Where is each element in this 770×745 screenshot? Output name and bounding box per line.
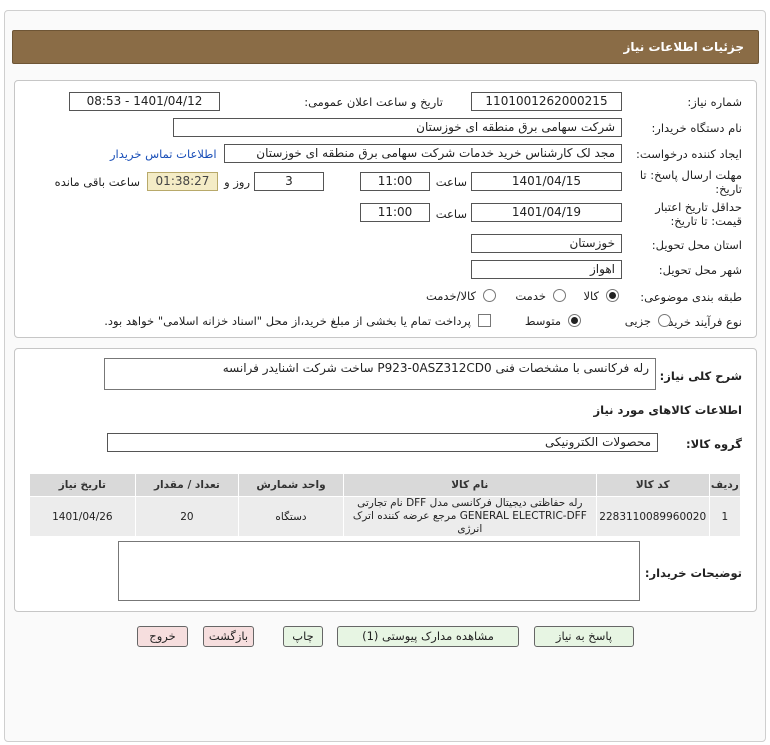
cell-index: 1 bbox=[708, 496, 742, 537]
days-label: روز و bbox=[224, 175, 250, 189]
reply-time-label: ساعت bbox=[435, 175, 467, 189]
cell-qty: 20 bbox=[134, 496, 240, 537]
category-option-both: کالا/خدمت bbox=[425, 289, 476, 303]
province-label: استان محل تحویل: bbox=[651, 238, 742, 252]
validity-label-date: قیمت: تا تاریخ: bbox=[670, 214, 742, 228]
cell-name-line2: GENERAL ELECTRIC-DFF مرجع عرضه کننده اتر… bbox=[352, 510, 587, 535]
table-header-row: ردیف کد کالا نام کالا واحد شمارش تعداد /… bbox=[29, 473, 742, 497]
goods-info-title: اطلاعات کالاهای مورد نیاز bbox=[593, 403, 742, 417]
col-index: ردیف bbox=[708, 473, 742, 497]
creator-label: ایجاد کننده درخواست: bbox=[636, 147, 742, 161]
cell-date: 1401/04/26 bbox=[29, 496, 136, 537]
validity-time-label: ساعت bbox=[435, 207, 467, 221]
remaining-label: ساعت باقی مانده bbox=[54, 175, 140, 189]
cell-code: 2283110089960020 bbox=[595, 496, 710, 537]
validity-date-field: 1401/04/19 bbox=[471, 203, 622, 222]
buyer-org-label: نام دستگاه خریدار: bbox=[651, 121, 742, 135]
remaining-time-badge: 01:38:27 bbox=[147, 172, 218, 191]
category-radio-service[interactable] bbox=[553, 289, 566, 302]
reply-time-field: 11:00 bbox=[360, 172, 430, 191]
process-radio-medium[interactable] bbox=[568, 314, 581, 327]
category-radio-both[interactable] bbox=[483, 289, 496, 302]
buyer-org-field: شرکت سهامی برق منطقه ای خوزستان bbox=[173, 118, 622, 137]
category-radio-goods[interactable] bbox=[606, 289, 619, 302]
cell-name: رله حفاظتی دیجیتال فرکانسی مدل DFF نام ت… bbox=[342, 496, 597, 537]
city-field: اهواز bbox=[471, 260, 622, 279]
col-name: نام کالا bbox=[342, 473, 597, 497]
buyer-contact-link[interactable]: اطلاعات تماس خریدار bbox=[110, 147, 217, 161]
goods-group-label: گروه کالا: bbox=[686, 437, 742, 451]
creator-field: مجد لک کارشناس خرید خدمات شرکت سهامی برق… bbox=[224, 144, 622, 163]
process-option-minor: جزیی bbox=[624, 314, 651, 328]
page-title: جزئیات اطلاعات نیاز bbox=[623, 40, 744, 54]
category-label: طبقه بندی موضوعی: bbox=[640, 290, 742, 304]
cell-name-line1: رله حفاظتی دیجیتال فرکانسی مدل DFF نام ت… bbox=[357, 497, 583, 509]
back-button[interactable]: بازگشت bbox=[203, 626, 254, 647]
reply-button[interactable]: پاسخ به نیاز bbox=[534, 626, 634, 647]
category-option-service: خدمت bbox=[515, 289, 546, 303]
print-button[interactable]: چاپ bbox=[283, 626, 323, 647]
col-qty: تعداد / مقدار bbox=[134, 473, 240, 497]
treasury-payment-note: پرداخت تمام یا بخشی از مبلغ خرید،از محل … bbox=[104, 314, 471, 328]
reply-deadline-label: مهلت ارسال پاسخ: تا bbox=[639, 168, 742, 182]
process-radio-minor[interactable] bbox=[658, 314, 671, 327]
col-code: کد کالا bbox=[595, 473, 710, 497]
summary-field: رله فرکانسی با مشخصات فنی P923-0ASZ312CD… bbox=[104, 358, 656, 390]
attachments-button[interactable]: مشاهده مدارک پیوستی (1) bbox=[337, 626, 519, 647]
exit-button[interactable]: خروج bbox=[137, 626, 188, 647]
announce-label: تاریخ و ساعت اعلان عمومی: bbox=[304, 95, 443, 109]
days-field: 3 bbox=[254, 172, 324, 191]
items-table: ردیف کد کالا نام کالا واحد شمارش تعداد /… bbox=[29, 473, 742, 537]
need-number-field: 1101001262000215 bbox=[471, 92, 622, 111]
treasury-payment-checkbox[interactable] bbox=[478, 314, 491, 327]
summary-label: شرح کلی نیاز: bbox=[659, 369, 742, 383]
process-label: نوع فرآیند خرید : bbox=[660, 315, 742, 329]
reply-date-field: 1401/04/15 bbox=[471, 172, 622, 191]
need-number-label: شماره نیاز: bbox=[687, 95, 742, 109]
province-field: خوزستان bbox=[471, 234, 622, 253]
cell-unit: دستگاه bbox=[238, 496, 344, 537]
goods-group-field: محصولات الکترونیکی bbox=[107, 433, 658, 452]
reply-deadline-label-date: تاریخ: bbox=[715, 182, 742, 196]
table-row: 1 2283110089960020 رله حفاظتی دیجیتال فر… bbox=[29, 496, 742, 537]
announce-field: 1401/04/12 - 08:53 bbox=[69, 92, 220, 111]
validity-time-field: 11:00 bbox=[360, 203, 430, 222]
process-option-medium: متوسط bbox=[524, 314, 561, 328]
validity-label: حداقل تاریخ اعتبار bbox=[655, 200, 742, 214]
city-label: شهر محل تحویل: bbox=[658, 263, 742, 277]
col-unit: واحد شمارش bbox=[238, 473, 344, 497]
category-option-goods: کالا bbox=[583, 289, 599, 303]
buyer-notes-field bbox=[118, 541, 640, 601]
page-header: جزئیات اطلاعات نیاز bbox=[12, 30, 759, 64]
col-date: تاریخ نیاز bbox=[29, 473, 136, 497]
buyer-notes-label: توضیحات خریدار: bbox=[644, 566, 742, 580]
